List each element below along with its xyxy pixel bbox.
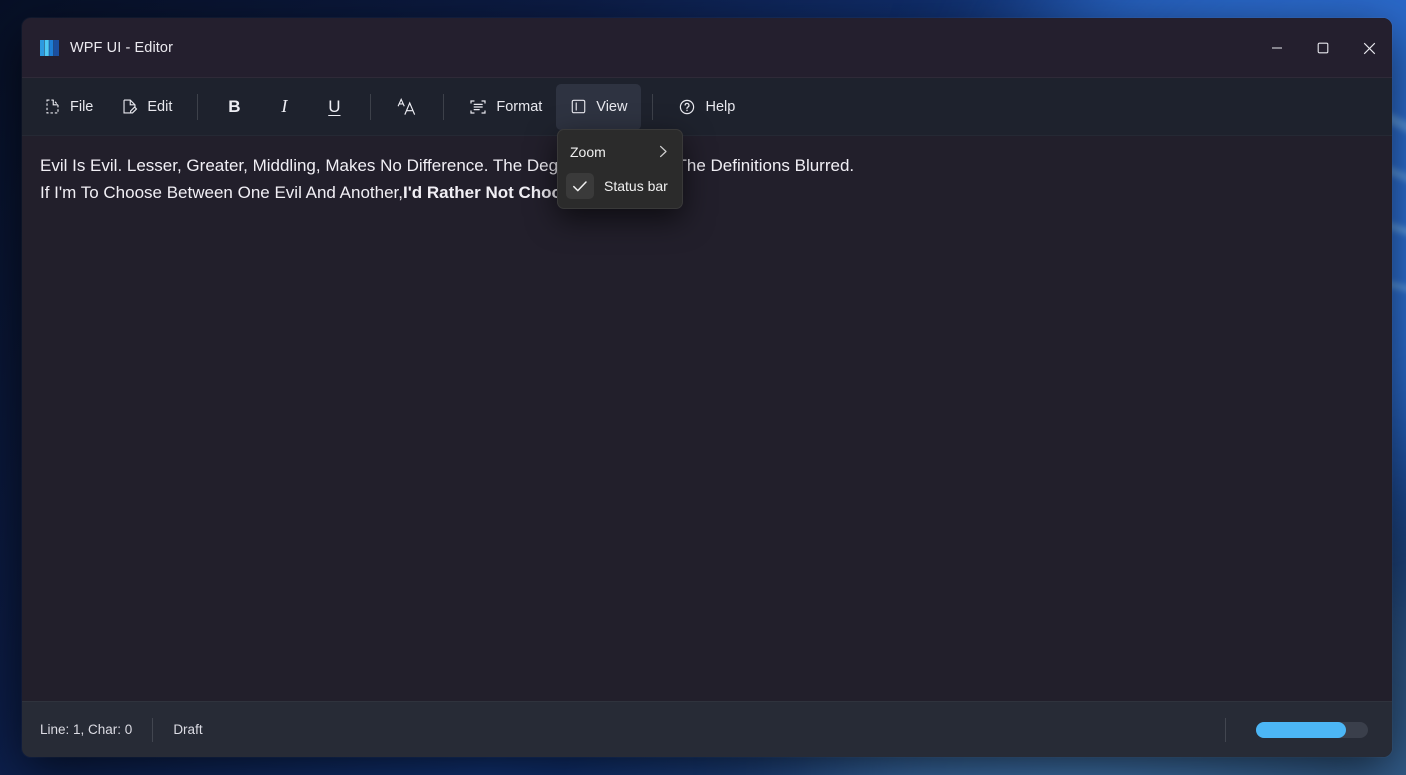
toolbar-item-label: View — [596, 98, 628, 115]
toolbar-item-label: Format — [496, 98, 543, 115]
toolbar-separator — [652, 93, 654, 120]
toolbar-item-label: File — [70, 98, 94, 115]
toolbar-item-view[interactable]: View — [556, 83, 642, 130]
status-separator — [152, 717, 154, 742]
question-circle-icon — [678, 98, 696, 116]
app-bars-icon — [40, 39, 59, 56]
maximize-icon — [1317, 42, 1329, 54]
maximize-button[interactable] — [1300, 18, 1346, 78]
toolbar-item-bold[interactable]: B — [209, 84, 259, 130]
underline-icon: U — [328, 96, 341, 116]
close-icon — [1363, 42, 1375, 54]
new-document-icon — [44, 98, 61, 115]
toolbar-item-italic[interactable]: I — [259, 84, 309, 130]
minimize-button[interactable] — [1254, 18, 1300, 78]
checkmark-icon — [566, 173, 594, 199]
menu-item-label: Zoom — [570, 144, 606, 160]
toolbar-item-label: Help — [705, 98, 736, 115]
menu-item-zoom[interactable]: Zoom — [562, 135, 678, 169]
zoom-slider[interactable] — [1256, 721, 1368, 739]
zoom-slider-fill — [1256, 721, 1346, 738]
close-button[interactable] — [1346, 18, 1392, 78]
italic-icon: I — [281, 96, 288, 116]
desktop-background: WPF UI - Editor File Edit B I U Format V… — [0, 0, 1406, 775]
document-state-label: Draft — [173, 722, 203, 737]
toolbar-item-fontsize[interactable] — [382, 84, 432, 130]
status-separator — [1225, 717, 1226, 742]
window-controls — [1254, 18, 1392, 78]
toolbar-separator — [197, 93, 199, 120]
edit-document-icon — [121, 98, 138, 115]
font-size-icon — [396, 97, 418, 117]
text-paragraph-icon — [469, 98, 487, 116]
toolbar-separator — [370, 93, 372, 120]
document-line-2-plain: If I'm To Choose Between One Evil And An… — [40, 183, 403, 202]
document-content: Evil Is Evil. Lesser, Greater, Middling,… — [40, 152, 1372, 206]
bold-icon: B — [228, 96, 241, 116]
minimize-icon — [1272, 47, 1282, 49]
window-title: WPF UI - Editor — [70, 39, 174, 56]
title-bar-left: WPF UI - Editor — [22, 39, 174, 56]
menu-item-label: Status bar — [604, 178, 668, 194]
toolbar-item-underline[interactable]: U — [309, 84, 359, 130]
menu-item-status-bar[interactable]: Status bar — [562, 169, 678, 203]
toolbar-item-format[interactable]: Format — [455, 84, 556, 130]
panel-left-icon — [570, 98, 587, 115]
toolbar-item-help[interactable]: Help — [664, 84, 749, 130]
toolbar-item-label: Edit — [147, 98, 173, 115]
menu-toolbar: File Edit B I U Format View Help — [22, 78, 1392, 136]
toolbar-item-file[interactable]: File — [30, 84, 107, 130]
toolbar-separator — [443, 93, 445, 120]
cursor-position-label: Line: 1, Char: 0 — [40, 722, 133, 737]
application-window: WPF UI - Editor File Edit B I U Format V… — [22, 18, 1392, 757]
view-dropdown-menu: Zoom Status bar — [557, 129, 683, 209]
chevron-right-icon — [659, 145, 668, 160]
document-line-1: Evil Is Evil. Lesser, Greater, Middling,… — [40, 156, 855, 175]
title-bar[interactable]: WPF UI - Editor — [22, 18, 1392, 78]
text-editor[interactable]: Evil Is Evil. Lesser, Greater, Middling,… — [22, 136, 1392, 701]
toolbar-item-edit[interactable]: Edit — [107, 84, 186, 130]
status-bar: Line: 1, Char: 0 Draft — [22, 701, 1392, 757]
